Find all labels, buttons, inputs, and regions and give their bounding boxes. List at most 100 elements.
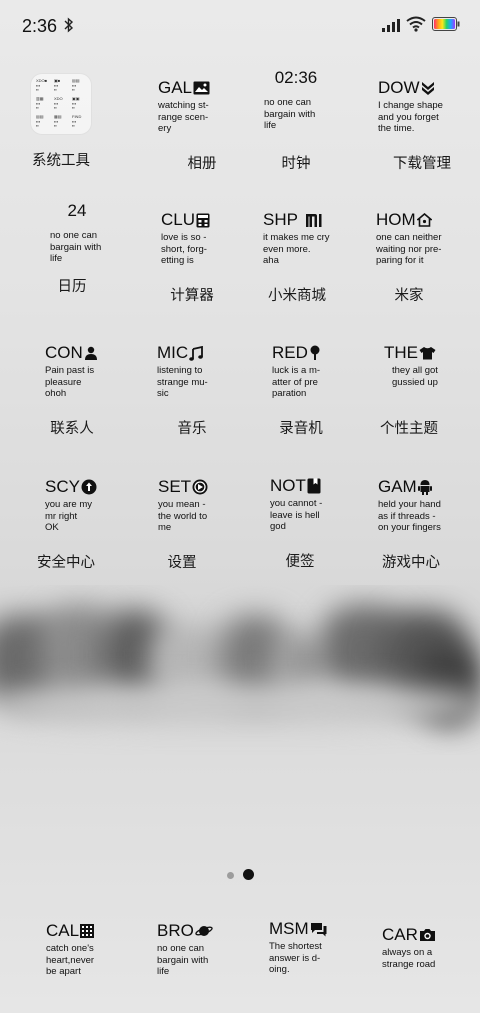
music-note-icon — [189, 345, 204, 361]
widget-tile: MIC listening to strange mu- sic — [157, 341, 245, 415]
folder-icon: XDO■ ▪▪▪ ▪▪ ▣■ ▪▪▪ ▪▪ ▤▤ ▪▪▪ ▪▪ ▥▦ ▪▪▪ ▪▪ XDO ▪▪▪… — [30, 73, 92, 135]
app-label: 录音机 — [279, 421, 323, 437]
app-downloads[interactable]: DOW I change shape and you forget the ti… — [372, 76, 472, 194]
mini-tile: XDO ▪▪▪ ▪▪ — [54, 97, 63, 110]
tile-head: CAL — [46, 919, 95, 943]
tile-text: listening to strange mu- sic — [157, 365, 208, 399]
app-label: 时钟 — [281, 156, 311, 172]
mini-tile: ▣▣ ▪▪▪ ▪▪ — [72, 97, 80, 110]
tile-text: watching st- range scen- ery — [158, 100, 209, 134]
app-clock[interactable]: 02:36 no one can bargain with life 时钟 — [246, 66, 346, 184]
app-label: 米家 — [394, 288, 424, 304]
signal-icon — [381, 18, 401, 37]
dock-messages[interactable]: MSM The shortest answer is d- oing. — [263, 917, 363, 1013]
tile-text: you are my mr right OK — [45, 499, 92, 533]
widget-tile: SET you mean - the world to me — [158, 475, 246, 549]
tile-head: SCY — [45, 475, 97, 499]
camera-icon — [419, 928, 436, 942]
dock-phone[interactable]: CAL catch one's heart,never be apart — [40, 919, 140, 1013]
app-contacts[interactable]: CON Pain past is pleasure ohoh 联系人 — [39, 341, 139, 459]
app-mi-store[interactable]: SHP it makes me cry even more. aha 小米商城 — [257, 208, 357, 326]
home-icon — [416, 213, 432, 227]
app-themes[interactable]: THE they all got gussied up 个性主题 — [378, 341, 478, 459]
tile-text: one can neither waiting nor pre- paring … — [376, 232, 442, 266]
folder-system-tools[interactable]: XDO■ ▪▪▪ ▪▪ ▣■ ▪▪▪ ▪▪ ▤▤ ▪▪▪ ▪▪ ▥▦ ▪▪▪ ▪▪ XDO ▪▪▪… — [20, 73, 120, 191]
app-label: 个性主题 — [380, 421, 438, 437]
app-settings[interactable]: SET you mean - the world to me 设置 — [152, 475, 252, 593]
bluetooth-icon — [64, 17, 74, 38]
widget-tile: CAL catch one's heart,never be apart — [46, 919, 134, 993]
app-calendar[interactable]: 24 no one can bargain with life 日历 — [40, 199, 140, 317]
tile-text: catch one's heart,never be apart — [46, 943, 95, 977]
widget-tile: NOT you cannot - leave is hell god — [270, 474, 358, 548]
android-icon — [417, 479, 432, 495]
mini-tile: ▣■ ▪▪▪ ▪▪ — [54, 79, 61, 92]
dock-camera[interactable]: CAR always on a strange road — [376, 923, 476, 1013]
app-label: 小米商城 — [268, 288, 326, 304]
tile-head: GAL — [158, 76, 210, 100]
widget-tile: MSM The shortest answer is d- oing. — [269, 917, 357, 991]
widget-tile: THE they all got gussied up — [384, 341, 472, 415]
note-icon — [307, 478, 321, 494]
app-mi-home[interactable]: HOM one can neither waiting nor pre- par… — [370, 208, 470, 326]
tile-head: GAM — [378, 475, 432, 499]
tshirt-icon — [419, 346, 436, 360]
tile-text: no one can bargain with life — [157, 943, 209, 977]
status-time: 2:36 — [22, 16, 58, 36]
tile-head: MIC — [157, 341, 204, 365]
download-chevrons-icon — [421, 81, 435, 95]
dock-browser[interactable]: BRO no one can bargain with life — [151, 919, 251, 1013]
app-recorder[interactable]: RED luck is a m- atter of pre paration 录… — [266, 341, 366, 459]
tile-head: RED — [272, 341, 321, 365]
tile-head: BRO — [157, 919, 213, 943]
wifi-icon — [406, 16, 426, 37]
app-label: 相册 — [187, 156, 217, 172]
widget-tile: CON Pain past is pleasure ohoh — [45, 341, 133, 415]
tile-text: no one can bargain with life — [264, 97, 316, 131]
chat-bubbles-icon — [310, 922, 327, 937]
app-label: 计算器 — [170, 288, 214, 304]
mini-tile: XDO■ ▪▪▪ ▪▪ — [36, 79, 48, 92]
tile-text: you cannot - leave is hell god — [270, 498, 323, 532]
app-game-center[interactable]: GAM held your hand as if threads - on yo… — [372, 475, 472, 593]
tile-text: you mean - the world to me — [158, 499, 208, 533]
mini-tile: ▤▤ ▪▪▪ ▪▪ — [72, 79, 80, 92]
widget-tile: HOM one can neither waiting nor pre- par… — [376, 208, 464, 282]
page-dot-1[interactable] — [227, 872, 234, 879]
app-label: 系统工具 — [32, 153, 90, 169]
tile-text: love is so - short, forg- etting is — [161, 232, 207, 266]
widget-tile: SHP it makes me cry even more. aha — [263, 208, 351, 282]
microphone-icon — [309, 345, 321, 361]
app-label: 下载管理 — [393, 156, 451, 172]
app-label: 音乐 — [177, 421, 207, 437]
widget-tile: SCY you are my mr right OK — [45, 475, 133, 549]
mini-tile: ▥▦ ▪▪▪ ▪▪ — [36, 97, 44, 110]
mi-logo-icon — [305, 213, 323, 227]
mini-tile: FIND ▪▪▪ ▪▪ — [72, 115, 82, 128]
widget-tile: GAM held your hand as if threads - on yo… — [378, 475, 466, 549]
app-music[interactable]: MIC listening to strange mu- sic 音乐 — [151, 341, 251, 459]
widget-tile: DOW I change shape and you forget the ti… — [378, 76, 466, 150]
widget-tile: GAL watching st- range scen- ery — [158, 76, 246, 150]
clock-time: 02:36 — [274, 68, 318, 87]
tile-text: it makes me cry even more. aha — [263, 232, 330, 266]
app-security[interactable]: SCY you are my mr right OK 安全中心 — [37, 475, 139, 593]
tile-head: CON — [45, 341, 98, 365]
page-dot-2-active[interactable] — [243, 869, 254, 880]
app-notes[interactable]: NOT you cannot - leave is hell god 便签 — [264, 474, 364, 592]
app-label: 安全中心 — [37, 555, 95, 571]
calculator-icon — [196, 213, 210, 228]
app-gallery[interactable]: GAL watching st- range scen- ery 相册 — [152, 76, 252, 194]
image-icon — [193, 81, 210, 95]
app-calculator[interactable]: CLU love is so - short, forg- etting is … — [155, 208, 255, 326]
tile-head: DOW — [378, 76, 435, 100]
widget-tile: 02:36 no one can bargain with life — [252, 66, 340, 140]
tile-head: HOM — [376, 208, 432, 232]
battery-icon — [432, 17, 460, 36]
tile-text: luck is a m- atter of pre paration — [272, 365, 321, 399]
keypad-icon — [80, 924, 95, 938]
tile-text: I change shape and you forget the time. — [378, 100, 443, 134]
app-label: 游戏中心 — [382, 555, 440, 571]
page-indicator[interactable] — [0, 868, 480, 882]
status-bar: 2:36 — [0, 0, 480, 52]
